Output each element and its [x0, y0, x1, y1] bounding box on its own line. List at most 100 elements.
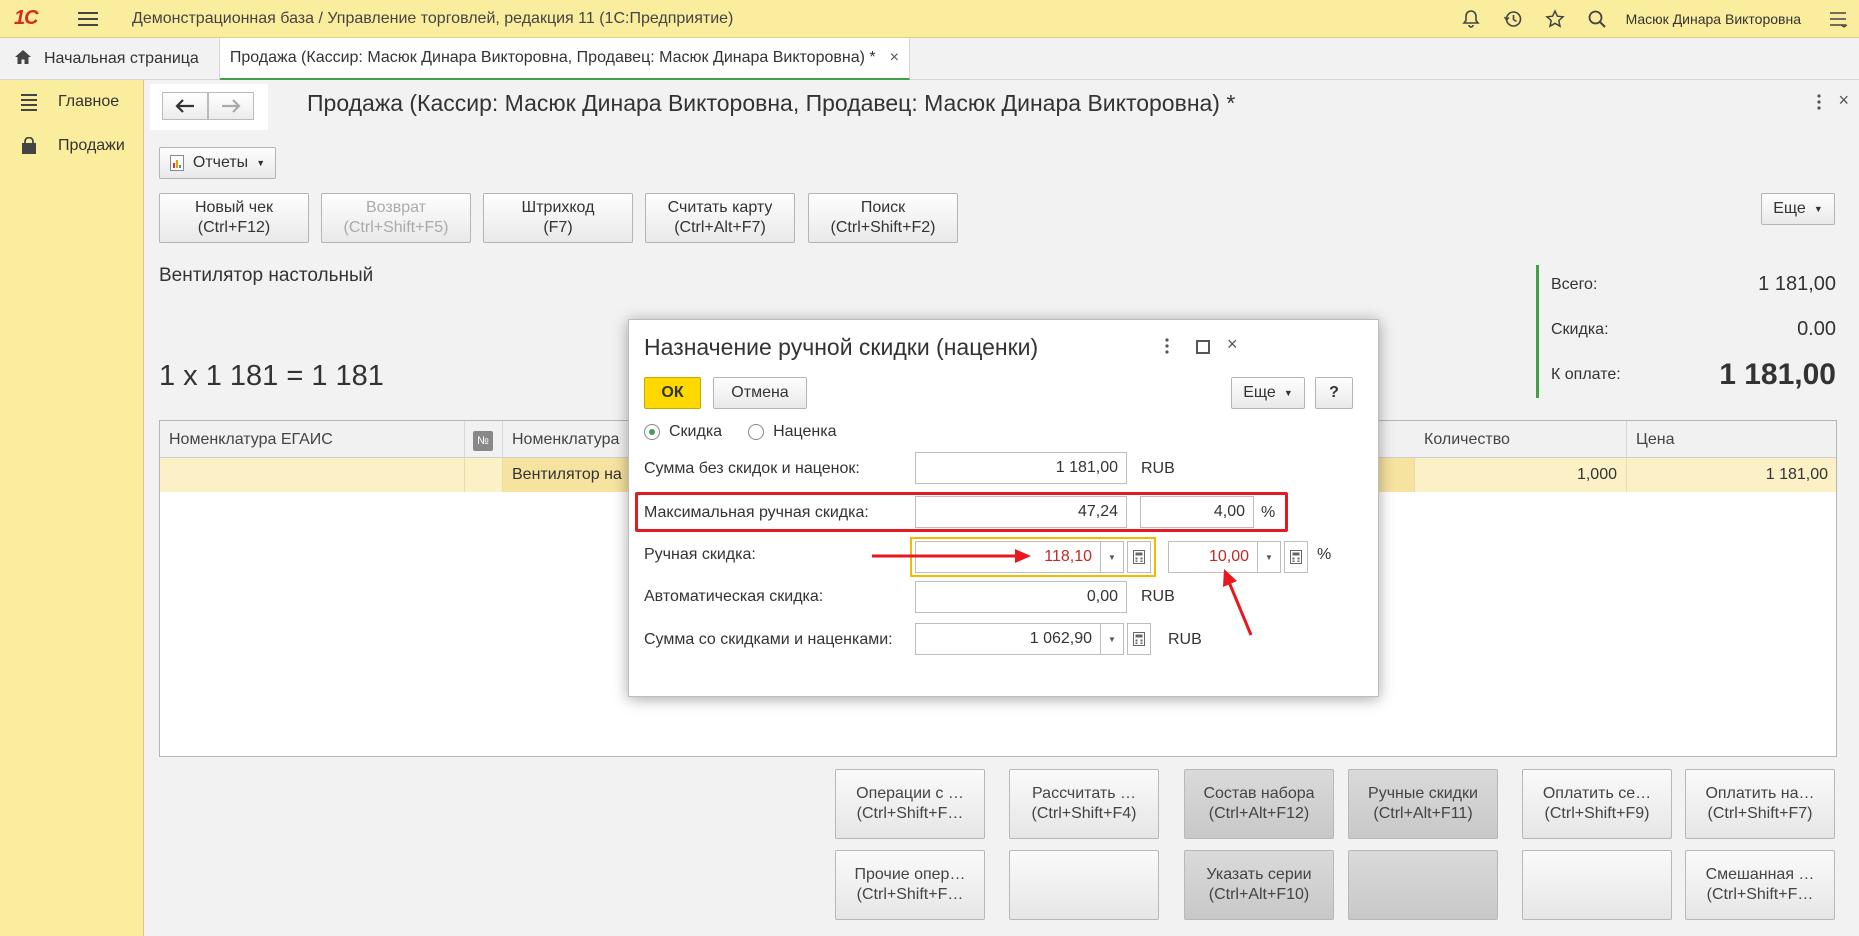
- total-value: 1 181,00: [1758, 273, 1836, 295]
- discount-value: 0.00: [1797, 318, 1836, 340]
- pay-card-button[interactable]: Оплатить се… (Ctrl+Shift+F9): [1522, 769, 1672, 839]
- user-name[interactable]: Масюк Динара Викторовна: [1626, 11, 1801, 27]
- caret-down-icon: ▼: [256, 158, 266, 168]
- button-shortcut: (Ctrl+Alt+F12): [1208, 805, 1310, 822]
- calculate-button[interactable]: Рассчитать … (Ctrl+Shift+F4): [1009, 769, 1159, 839]
- more-vertical-icon[interactable]: [1817, 94, 1821, 115]
- sidebar-item-label: Продажи: [58, 137, 125, 154]
- list-icon: [18, 93, 40, 111]
- star-icon[interactable]: [1534, 0, 1576, 38]
- tab-bar: Начальная страница Продажа (Кассир: Масю…: [0, 38, 1859, 80]
- form-close-icon[interactable]: ×: [1838, 90, 1849, 111]
- button-shortcut: (Ctrl+Shift+F4): [1031, 805, 1137, 822]
- button-shortcut: (Ctrl+Shift+F…: [1706, 886, 1814, 903]
- pay-value: 1 181,00: [1719, 358, 1836, 391]
- bell-icon[interactable]: [1450, 0, 1492, 38]
- button-line: Оплатить се…: [1542, 785, 1652, 802]
- nav-buttons: [150, 84, 268, 130]
- table-cell[interactable]: 1,000: [1415, 458, 1627, 492]
- button-line: Указать серии: [1206, 866, 1312, 883]
- top-bar: 1С Демонстрационная база / Управление то…: [0, 0, 1859, 38]
- arrow-to-manual-percent: [1223, 569, 1253, 636]
- tab-home-label: Начальная страница: [44, 50, 199, 67]
- button-line: Новый чек: [194, 199, 274, 216]
- table-cell[interactable]: [465, 458, 503, 492]
- manual-discount-dialog: Назначение ручной скидки (наценки) × ОК …: [628, 319, 1379, 697]
- search-button[interactable]: Поиск (Ctrl+Shift+F2): [808, 193, 958, 243]
- mixed-payment-button[interactable]: Смешанная … (Ctrl+Shift+F…: [1685, 850, 1835, 920]
- column-header[interactable]: Количество: [1415, 421, 1627, 458]
- operations-button[interactable]: Операции с … (Ctrl+Shift+F…: [835, 769, 985, 839]
- empty-panel-button[interactable]: [1522, 850, 1672, 920]
- button-shortcut: (Ctrl+Shift+F9): [1544, 805, 1650, 822]
- manual-discounts-button[interactable]: Ручные скидки (Ctrl+Alt+F11): [1348, 769, 1498, 839]
- reports-label: Отчеты: [192, 154, 249, 171]
- empty-panel-button[interactable]: [1009, 850, 1159, 920]
- number-icon: №: [473, 431, 493, 451]
- main-menu-icon[interactable]: [78, 11, 98, 26]
- history-icon[interactable]: [1492, 0, 1534, 38]
- button-line: Прочие опер…: [854, 866, 966, 883]
- report-chart-icon: [169, 155, 184, 171]
- button-shortcut: (Ctrl+Shift+F2): [830, 219, 936, 236]
- forward-button[interactable]: [208, 92, 254, 120]
- discount-label: Скидка:: [1551, 320, 1609, 338]
- total-label: Всего:: [1551, 275, 1598, 293]
- new-check-button[interactable]: Новый чек (Ctrl+F12): [159, 193, 309, 243]
- empty-panel-button[interactable]: [1348, 850, 1498, 920]
- barcode-button[interactable]: Штрихкод (F7): [483, 193, 633, 243]
- app-logo: 1С: [14, 7, 39, 29]
- column-header[interactable]: Номенклатура ЕГАИС: [160, 421, 465, 458]
- button-line: Рассчитать …: [1032, 785, 1136, 802]
- table-cell[interactable]: 1 181,00: [1627, 458, 1837, 492]
- caret-down-icon: ▼: [1813, 204, 1823, 214]
- button-shortcut: (Ctrl+Shift+F…: [856, 805, 964, 822]
- arrow-to-manual-discount: [872, 549, 1031, 563]
- menu-lines-icon[interactable]: [1817, 0, 1859, 38]
- button-shortcut: (Ctrl+Alt+F11): [1373, 805, 1473, 822]
- reports-button[interactable]: Отчеты ▼: [159, 147, 276, 179]
- sidebar-item-sales[interactable]: Продажи: [0, 124, 143, 168]
- button-line: Считать карту: [667, 199, 773, 216]
- sidebar-item-main[interactable]: Главное: [0, 80, 143, 124]
- close-icon[interactable]: ×: [890, 49, 899, 67]
- button-line: Оплатить на…: [1705, 785, 1815, 802]
- column-header[interactable]: Цена: [1627, 421, 1837, 458]
- button-line: Штрихкод: [521, 199, 595, 216]
- tab-home[interactable]: Начальная страница: [0, 38, 220, 80]
- page-title: Продажа (Кассир: Масюк Динара Викторовна…: [307, 90, 1236, 116]
- pay-cash-button[interactable]: Оплатить на… (Ctrl+Shift+F7): [1685, 769, 1835, 839]
- back-button[interactable]: [162, 92, 208, 120]
- totals-panel: Всего: 1 181,00 Скидка: 0.00 К оплате: 1…: [1536, 265, 1836, 398]
- button-line: Смешанная …: [1705, 866, 1815, 883]
- app-title: Демонстрационная база / Управление торго…: [132, 9, 734, 27]
- button-shortcut: (Ctrl+Alt+F7): [674, 219, 766, 236]
- other-operations-button[interactable]: Прочие опер… (Ctrl+Shift+F…: [835, 850, 985, 920]
- specify-series-button[interactable]: Указать серии (Ctrl+Alt+F10): [1184, 850, 1334, 920]
- home-icon: [14, 49, 32, 70]
- button-line: Ручные скидки: [1368, 785, 1478, 802]
- button-line: Возврат: [366, 199, 426, 216]
- read-card-button[interactable]: Считать карту (Ctrl+Alt+F7): [645, 193, 795, 243]
- bag-icon: [18, 137, 40, 155]
- search-icon[interactable]: [1576, 0, 1618, 38]
- kit-contents-button[interactable]: Состав набора (Ctrl+Alt+F12): [1184, 769, 1334, 839]
- button-shortcut: (Ctrl+Shift+F5): [343, 219, 449, 236]
- table-cell[interactable]: [160, 458, 465, 492]
- button-shortcut: (Ctrl+Alt+F10): [1208, 886, 1310, 903]
- button-shortcut: (Ctrl+Shift+F…: [856, 886, 964, 903]
- button-shortcut: (Ctrl+F12): [197, 219, 271, 236]
- price-formula: 1 x 1 181 = 1 181: [159, 360, 384, 392]
- column-header-number[interactable]: №: [465, 421, 503, 458]
- sidebar: Главное Продажи: [0, 80, 144, 936]
- button-line: Операции с …: [856, 785, 964, 802]
- product-name: Вентилятор настольный: [159, 265, 374, 286]
- button-line: Поиск: [860, 199, 906, 216]
- pay-label: К оплате:: [1551, 366, 1621, 383]
- more-button[interactable]: Еще ▼: [1761, 193, 1835, 225]
- annotation-arrows: [872, 549, 1253, 636]
- button-shortcut: (Ctrl+Shift+F7): [1707, 805, 1813, 822]
- tab-sale[interactable]: Продажа (Кассир: Масюк Динара Викторовна…: [219, 38, 910, 80]
- return-button[interactable]: Возврат (Ctrl+Shift+F5): [321, 193, 471, 243]
- button-line: Состав набора: [1203, 785, 1315, 802]
